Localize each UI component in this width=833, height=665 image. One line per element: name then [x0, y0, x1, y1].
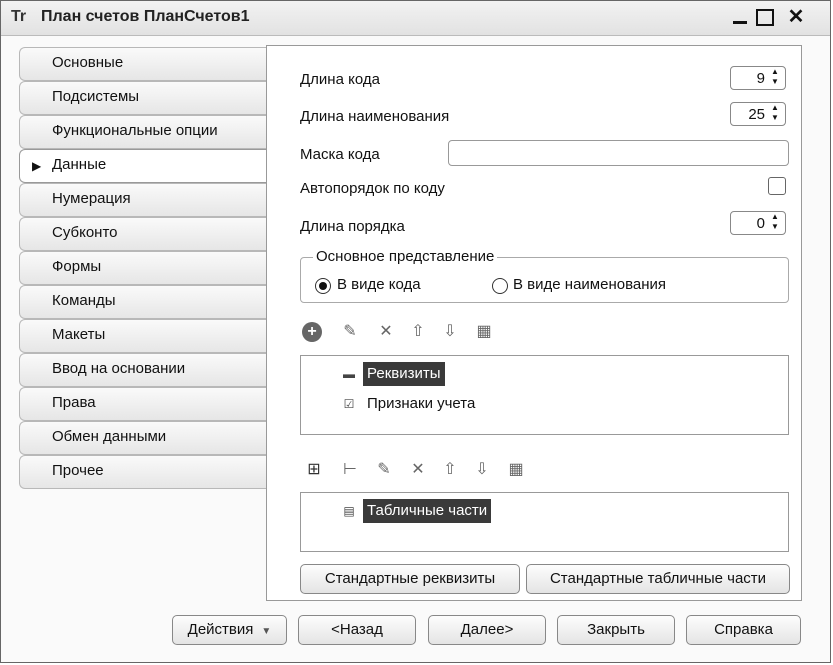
window-title: План счетов ПланСчетов1	[41, 8, 250, 25]
tab-forms[interactable]: Формы	[19, 251, 271, 285]
attributes-tree: ▬ Реквизиты ☑ Признаки учета	[300, 355, 789, 435]
list-icon[interactable]: ▦	[504, 458, 528, 482]
spinner-arrows-icon[interactable]: ▲ ▼	[768, 67, 782, 87]
maximize-icon	[756, 9, 774, 26]
tab-data-exchange[interactable]: Обмен данными	[19, 421, 271, 455]
radio-by-name-label[interactable]: В виде наименования	[513, 276, 666, 293]
tab-label: Обмен данными	[52, 428, 167, 445]
auto-order-label: Автопорядок по коду	[300, 180, 445, 197]
close-icon: ✕	[787, 6, 805, 28]
radio-by-code[interactable]	[315, 278, 331, 294]
tab-subconto[interactable]: Субконто	[19, 217, 271, 251]
tab-label: Макеты	[52, 326, 106, 343]
tab-label: Команды	[52, 292, 116, 309]
tab-label: Данные	[52, 156, 107, 173]
minus-icon: ▬	[343, 367, 355, 381]
tabular-parts-tree: ▤ Табличные части	[300, 492, 789, 552]
window: Tr План счетов ПланСчетов1 ✕ Основные По…	[0, 0, 831, 663]
tree-item-label: Реквизиты	[363, 362, 445, 386]
tab-numbering[interactable]: Нумерация	[19, 183, 271, 217]
minimize-icon	[733, 21, 747, 24]
tab-subsystems[interactable]: Подсистемы	[19, 81, 271, 115]
edit-icon[interactable]: ✎	[338, 320, 362, 344]
tree-item-label: Табличные части	[363, 499, 492, 523]
main-presentation-title: Основное представление	[313, 248, 498, 265]
help-button[interactable]: Справка	[686, 615, 801, 645]
delete-icon[interactable]: ✕	[374, 320, 398, 344]
move-up-icon[interactable]: ⇧	[438, 458, 462, 482]
tab-label: Права	[52, 394, 96, 411]
title-bar: Tr План счетов ПланСчетов1 ✕	[1, 1, 830, 36]
tab-main[interactable]: Основные	[19, 47, 271, 81]
move-down-icon[interactable]: ⇩	[470, 458, 494, 482]
code-length-value: 9	[756, 70, 765, 87]
tab-label: Нумерация	[52, 190, 131, 207]
radio-by-code-label[interactable]: В виде кода	[337, 276, 421, 293]
add-icon[interactable]: +	[302, 322, 322, 342]
tab-templates[interactable]: Макеты	[19, 319, 271, 353]
spinner-arrows-icon[interactable]: ▲ ▼	[768, 103, 782, 123]
delete-icon[interactable]: ✕	[406, 458, 430, 482]
order-length-spinner[interactable]: 0 ▲ ▼	[730, 211, 786, 235]
tree-item-attributes[interactable]: ▬ Реквизиты	[341, 362, 445, 386]
code-mask-label: Маска кода	[300, 146, 380, 163]
back-button[interactable]: <Назад	[298, 615, 416, 645]
code-length-spinner[interactable]: 9 ▲ ▼	[730, 66, 786, 90]
order-length-value: 0	[756, 215, 765, 232]
tab-label: Прочее	[52, 462, 104, 479]
tab-label: Подсистемы	[52, 88, 140, 105]
dropdown-arrow-icon: ▼	[261, 626, 272, 637]
order-length-label: Длина порядка	[300, 218, 405, 235]
table-icon: ▤	[343, 504, 355, 518]
move-down-icon[interactable]: ⇩	[438, 320, 462, 344]
close-button[interactable]: ✕	[784, 5, 808, 29]
next-button[interactable]: Далее>	[428, 615, 546, 645]
tab-label: Субконто	[52, 224, 118, 241]
attributes-toolbar: + ✎ ✕ ⇧ ⇩ ▦	[300, 320, 540, 346]
list-icon[interactable]: ▦	[472, 320, 496, 344]
tab-rights[interactable]: Права	[19, 387, 271, 421]
tab-data[interactable]: ▶ Данные	[19, 149, 271, 183]
standard-tabular-parts-button[interactable]: Стандартные табличные части	[526, 564, 790, 594]
standard-attributes-button[interactable]: Стандартные реквизиты	[300, 564, 520, 594]
tab-label: Функциональные опции	[52, 122, 218, 139]
actions-label: Действия	[187, 621, 254, 638]
main-presentation-group: Основное представление В виде кода В вид…	[300, 248, 789, 303]
tab-label: Основные	[52, 54, 124, 71]
current-tab-arrow-icon: ▶	[32, 159, 42, 173]
maximize-button[interactable]	[753, 5, 777, 29]
minimize-button[interactable]	[728, 5, 752, 29]
tab-input-based-on[interactable]: Ввод на основании	[19, 353, 271, 387]
tab-commands[interactable]: Команды	[19, 285, 271, 319]
tree-item-accounting-flags[interactable]: ☑ Признаки учета	[341, 392, 479, 416]
tab-functional-options[interactable]: Функциональные опции	[19, 115, 271, 149]
name-length-spinner[interactable]: 25 ▲ ▼	[730, 102, 786, 126]
checkbox-attribute-icon: ☑	[343, 397, 355, 411]
code-mask-input[interactable]	[448, 140, 789, 166]
app-icon: Tr	[11, 8, 27, 25]
add-column-icon[interactable]: ⊢	[338, 458, 362, 482]
tree-item-label: Признаки учета	[367, 395, 476, 412]
code-length-label: Длина кода	[300, 71, 380, 88]
tab-other[interactable]: Прочее	[19, 455, 271, 489]
move-up-icon[interactable]: ⇧	[406, 320, 430, 344]
add-table-icon[interactable]: ⊞	[302, 458, 326, 482]
data-panel: Длина кода 9 ▲ ▼ Длина наименования 25 ▲ ▼…	[266, 45, 802, 601]
name-length-value: 25	[748, 106, 765, 123]
spinner-arrows-icon[interactable]: ▲ ▼	[768, 212, 782, 232]
actions-button[interactable]: Действия ▼	[172, 615, 287, 645]
tree-item-tabular-parts[interactable]: ▤ Табличные части	[341, 499, 492, 523]
auto-order-checkbox[interactable]	[768, 177, 786, 195]
radio-by-name[interactable]	[492, 278, 508, 294]
edit-icon[interactable]: ✎	[372, 458, 396, 482]
tab-label: Формы	[52, 258, 102, 275]
close-dialog-button[interactable]: Закрыть	[557, 615, 675, 645]
tab-list: Основные Подсистемы Функциональные опции…	[19, 47, 271, 489]
tab-label: Ввод на основании	[52, 360, 186, 377]
tabular-toolbar: ⊞ ⊢ ✎ ✕ ⇧ ⇩ ▦	[300, 458, 560, 484]
name-length-label: Длина наименования	[300, 108, 450, 125]
